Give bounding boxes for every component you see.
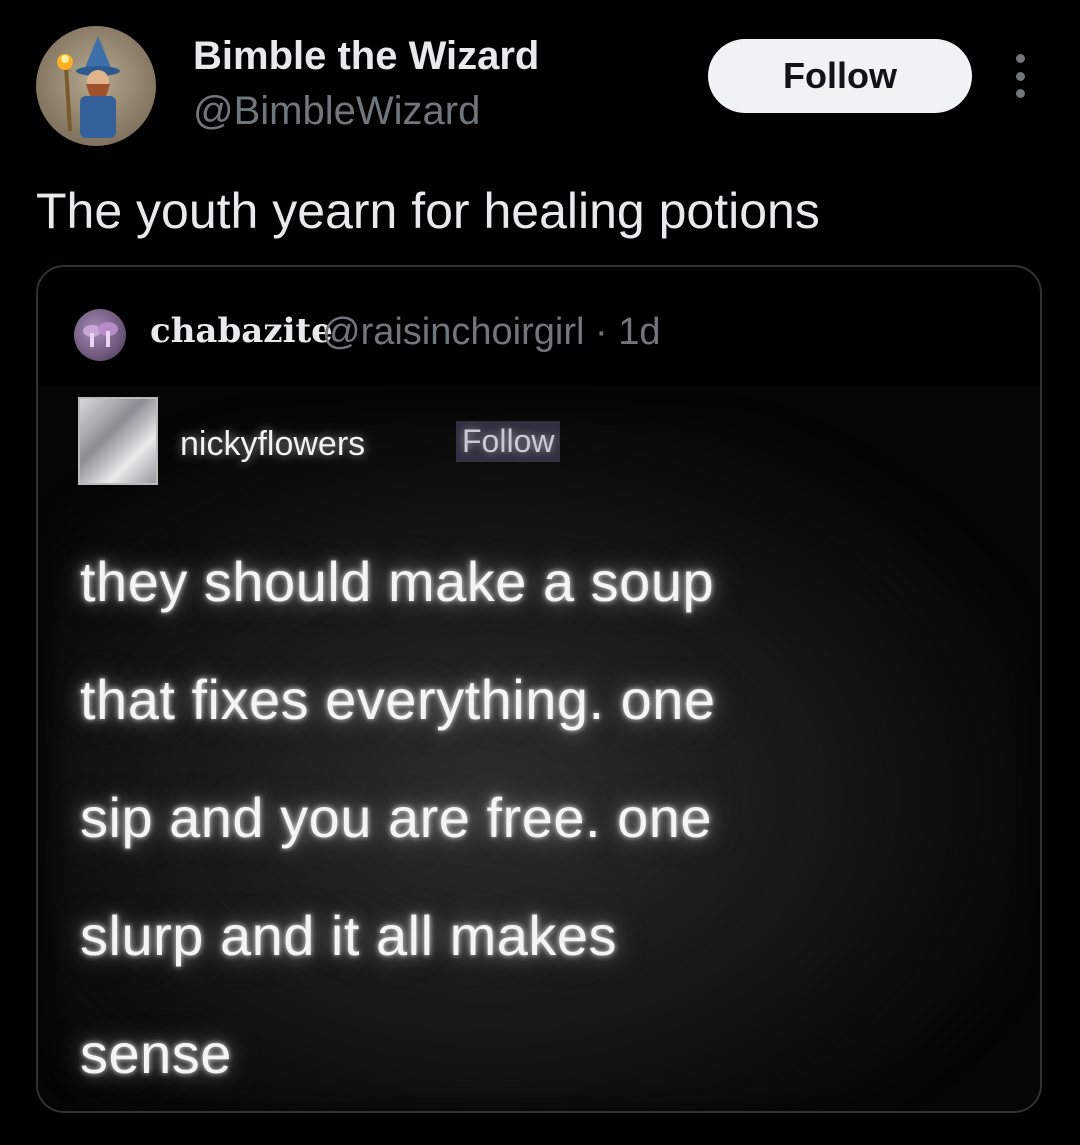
- image-user-thumbnail: [78, 397, 158, 485]
- author-handle[interactable]: @BimbleWizard: [193, 89, 480, 134]
- author-avatar[interactable]: [36, 26, 156, 146]
- image-username: nickyflowers: [180, 425, 366, 463]
- image-meme-text: they should make a soup that fixes every…: [80, 550, 716, 1085]
- quoted-author-handle-time[interactable]: @raisinchoirgirl · 1d: [322, 311, 660, 354]
- quoted-author-avatar: [74, 309, 126, 361]
- author-display-name[interactable]: Bimble the Wizard: [193, 34, 539, 79]
- wizard-avatar-icon: [57, 36, 120, 138]
- image-follow-label: Follow: [456, 421, 561, 462]
- more-vertical-icon[interactable]: [1006, 54, 1034, 98]
- mushroom-avatar-icon: [83, 322, 118, 347]
- post-text: The youth yearn for healing potions: [36, 183, 820, 239]
- follow-button[interactable]: Follow: [708, 39, 972, 113]
- quoted-post-image[interactable]: nickyflowers Follow they should make a s…: [38, 385, 1040, 1111]
- quoted-post-card[interactable]: chabazite @raisinchoirgirl · 1d nickyflo…: [36, 265, 1042, 1113]
- quoted-author-name[interactable]: chabazite: [150, 311, 333, 351]
